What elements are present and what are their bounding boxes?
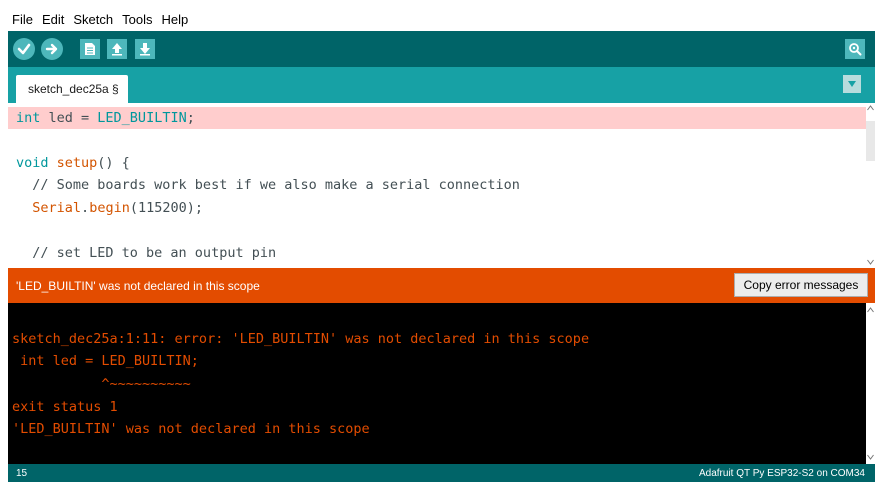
line-number: 15	[16, 468, 28, 479]
save-icon	[140, 43, 150, 56]
menu-bar: File Edit Sketch Tools Help	[8, 8, 875, 31]
scroll-up-icon[interactable]	[867, 307, 874, 313]
editor-scroll-thumb[interactable]	[866, 121, 875, 161]
error-bar: 'LED_BUILTIN' was not declared in this s…	[8, 268, 875, 303]
status-bar: 15 Adafruit QT Py ESP32-S2 on COM34	[8, 464, 875, 482]
code-token: setup	[48, 155, 98, 171]
verify-icon	[17, 43, 31, 55]
save-sketch-button[interactable]	[135, 39, 155, 59]
serial-monitor-button[interactable]	[845, 39, 865, 59]
menu-help[interactable]: Help	[157, 12, 193, 27]
code-line-3: void setup() {	[8, 152, 866, 174]
code-token: led =	[40, 110, 98, 126]
code-token: void	[16, 155, 49, 171]
copy-error-button[interactable]: Copy error messages	[734, 273, 868, 297]
scroll-up-icon[interactable]	[867, 105, 874, 111]
code-token: () {	[97, 155, 130, 171]
new-icon	[85, 43, 95, 55]
board-port-info: Adafruit QT Py ESP32-S2 on COM34	[698, 468, 865, 479]
console-output[interactable]: sketch_dec25a:1:11: error: 'LED_BUILTIN'…	[8, 303, 866, 464]
menu-tools[interactable]: Tools	[118, 12, 157, 27]
chevron-down-icon	[848, 81, 856, 87]
code-token: ;	[186, 110, 195, 126]
scroll-down-icon[interactable]	[867, 454, 874, 460]
console-line: ^~~~~~~~~~~	[12, 376, 191, 392]
code-token: LED_BUILTIN	[97, 110, 187, 126]
open-sketch-button[interactable]	[107, 39, 127, 59]
console-line: 'LED_BUILTIN' was not declared in this s…	[12, 421, 370, 437]
tab-sketch[interactable]: sketch_dec25a §	[16, 75, 128, 103]
code-token: begin	[89, 200, 130, 216]
code-line-1: int led = LED_BUILTIN;	[8, 107, 866, 129]
code-token: int	[16, 110, 41, 126]
new-sketch-button[interactable]	[80, 39, 100, 59]
verify-button[interactable]	[13, 38, 35, 60]
code-line-4: // Some boards work best if we also make…	[16, 177, 520, 193]
console-line: exit status 1	[12, 399, 118, 415]
menu-file[interactable]: File	[8, 12, 38, 27]
editor-scrollbar[interactable]	[866, 103, 875, 268]
code-editor[interactable]: int led = LED_BUILTIN; void setup() { //…	[8, 103, 866, 268]
code-line-7: // set LED to be an output pin	[16, 245, 277, 261]
tab-menu-button[interactable]	[843, 75, 861, 93]
console-line: sketch_dec25a:1:11: error: 'LED_BUILTIN'…	[12, 331, 590, 347]
console-line: int led = LED_BUILTIN;	[12, 353, 199, 369]
scroll-down-icon[interactable]	[867, 259, 874, 265]
upload-icon	[45, 43, 58, 55]
menu-sketch[interactable]: Sketch	[69, 12, 118, 27]
error-message: 'LED_BUILTIN' was not declared in this s…	[16, 278, 260, 293]
menu-edit[interactable]: Edit	[38, 12, 69, 27]
serial-monitor-icon	[849, 43, 862, 56]
code-token: Serial	[32, 200, 82, 216]
toolbar	[8, 31, 875, 67]
open-icon	[112, 43, 122, 56]
console-scrollbar[interactable]	[866, 303, 875, 464]
tab-label: sketch_dec25a §	[28, 82, 119, 96]
code-token: (115200);	[129, 200, 203, 216]
tab-bar: sketch_dec25a §	[8, 67, 875, 103]
code-token: .	[81, 200, 90, 216]
code-line-5: Serial.begin(115200);	[8, 197, 866, 219]
upload-button[interactable]	[41, 38, 63, 60]
